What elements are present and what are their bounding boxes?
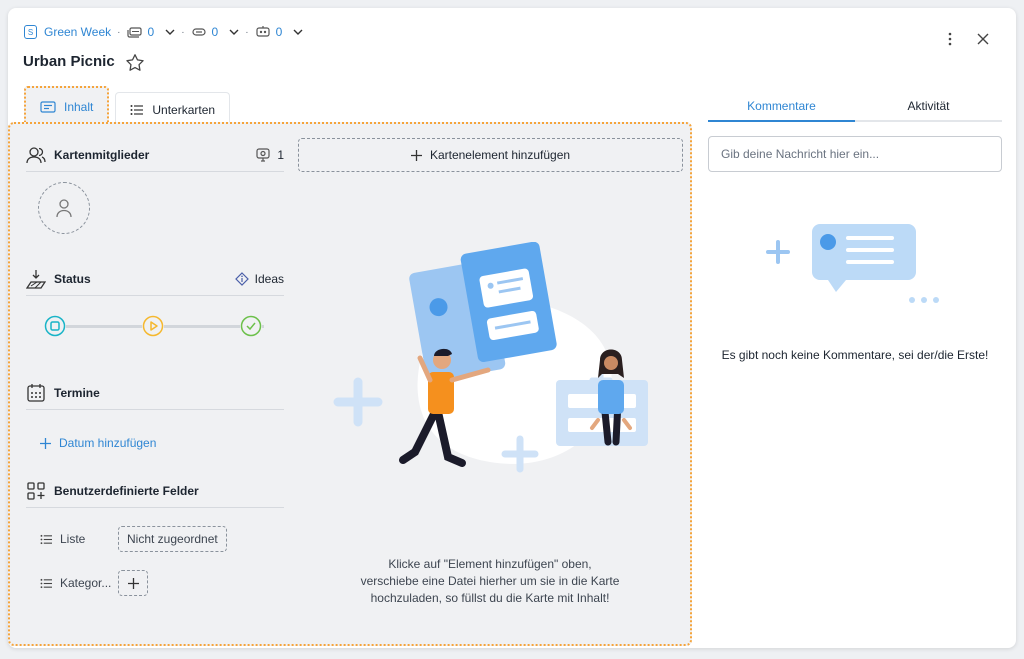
field-row-liste: Liste Nicht zugeordnet [40, 526, 227, 552]
more-vertical-icon [948, 32, 952, 46]
robot-counter[interactable]: 0 [255, 25, 304, 39]
status-value: Ideas [254, 271, 284, 286]
custom-fields-section-header: Benutzerdefinierte Felder [26, 474, 284, 508]
close-icon [977, 33, 989, 45]
play-circle-icon [142, 315, 164, 337]
card-detail-dialog: S Green Week · 0 · 0 · 0 Urban Picnic In… [8, 8, 1016, 648]
custom-fields-title: Benutzerdefinierte Felder [54, 483, 199, 498]
tab-kommentare[interactable]: Kommentare [708, 92, 855, 122]
members-title: Kartenmitglieder [54, 147, 150, 162]
user-icon [56, 199, 72, 218]
robot-icon [255, 26, 270, 37]
add-date-label: Datum hinzufügen [59, 436, 157, 450]
status-icon [26, 269, 46, 289]
field-label-liste: Liste [60, 532, 86, 546]
status-doing-button[interactable] [142, 315, 164, 337]
tab-inhalt[interactable]: Inhalt [24, 86, 110, 126]
field-value-liste[interactable]: Nicht zugeordnet [118, 526, 227, 552]
custom-fields-icon [27, 481, 45, 500]
attachment-count: 0 [211, 25, 219, 39]
check-circle-icon [240, 315, 262, 337]
add-card-element-button[interactable]: Kartenelement hinzufügen [298, 138, 683, 172]
plus-icon [127, 577, 139, 589]
field-row-kategorie: Kategor... [40, 570, 148, 596]
empty-content-text: Klicke auf "Element hinzufügen" oben, ve… [360, 557, 620, 605]
members-section-header: Kartenmitglieder 1 [26, 138, 284, 172]
watch-icon [256, 147, 270, 162]
tab-unterkarten[interactable]: Unterkarten [115, 92, 231, 126]
breadcrumb: S Green Week · 0 · 0 · 0 [24, 22, 303, 42]
board-badge-icon: S [24, 25, 37, 39]
status-title: Status [54, 271, 91, 286]
board-link[interactable]: Green Week [44, 25, 111, 39]
tab-inhalt-label: Inhalt [64, 100, 94, 114]
add-date-button[interactable]: Datum hinzufügen [40, 436, 156, 450]
members-count: 1 [277, 147, 284, 162]
plus-icon [410, 149, 422, 161]
status-todo-button[interactable] [44, 315, 66, 337]
add-category-button[interactable] [118, 570, 148, 596]
add-member-avatar[interactable] [38, 182, 90, 234]
card-title[interactable]: Urban Picnic [23, 53, 115, 70]
calendar-icon [27, 383, 45, 402]
card-stack-icon [126, 27, 142, 38]
status-section-header: Status Ideas [26, 262, 284, 296]
attachment-counter[interactable]: 0 [191, 25, 240, 39]
card-content-icon [40, 101, 56, 113]
close-button[interactable] [972, 28, 994, 50]
comments-empty-illustration [766, 224, 939, 303]
tab-aktivitaet[interactable]: Aktivität [855, 92, 1002, 120]
no-comments-text: Es gibt noch keine Kommentare, sei der/d… [721, 348, 989, 362]
comments-activity-tabs: Kommentare Aktivität [708, 92, 1002, 122]
list-icon [130, 104, 144, 115]
chevron-down-icon [293, 29, 303, 35]
info-diamond-icon [234, 271, 249, 286]
chevron-down-icon [165, 29, 175, 35]
dates-section-header: Termine [26, 376, 284, 410]
members-icon [26, 146, 46, 163]
status-value-button[interactable]: Ideas [234, 271, 284, 286]
field-label-kategorie: Kategor... [60, 576, 112, 590]
list-icon [40, 534, 52, 544]
card-stack-count: 0 [147, 25, 155, 39]
card-content-area[interactable]: Kartenmitglieder 1 Status Ideas Termine … [8, 122, 692, 646]
dates-title: Termine [54, 385, 100, 400]
comment-input[interactable] [708, 136, 1002, 172]
empty-card-illustration [333, 242, 648, 473]
card-tabs: Inhalt Unterkarten [24, 86, 231, 126]
status-done-button[interactable] [240, 315, 262, 337]
plus-icon [40, 437, 51, 449]
robot-count: 0 [275, 25, 283, 39]
status-progress-track [44, 314, 274, 338]
card-stack-counter[interactable]: 0 [126, 25, 176, 39]
tab-unterkarten-label: Unterkarten [152, 102, 216, 117]
chevron-down-icon [229, 29, 239, 35]
star-icon[interactable] [124, 52, 146, 74]
add-card-element-label: Kartenelement hinzufügen [429, 148, 571, 162]
attachment-icon [191, 28, 206, 36]
more-menu-button[interactable] [940, 28, 960, 50]
list-icon [40, 578, 52, 588]
stop-circle-icon [44, 315, 66, 337]
